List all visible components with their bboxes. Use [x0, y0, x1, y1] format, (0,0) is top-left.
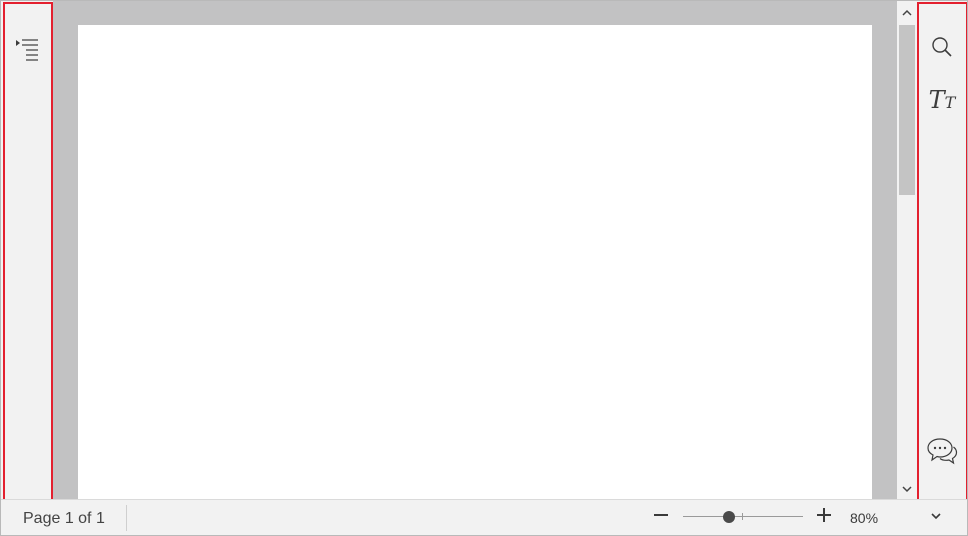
document-canvas[interactable] [53, 1, 898, 499]
status-divider [126, 505, 127, 531]
left-sidebar [3, 2, 53, 501]
document-page[interactable] [78, 25, 872, 499]
search-button[interactable] [927, 34, 957, 64]
page-indicator[interactable]: Page 1 of 1 [23, 510, 105, 528]
zoom-slider-center-tick [742, 513, 743, 520]
zoom-level[interactable]: 80% [850, 510, 878, 526]
zoom-in-button[interactable] [814, 507, 834, 527]
document-viewer-window: TT Page 1 of 1 80% [0, 0, 968, 536]
status-more-button[interactable] [926, 508, 946, 528]
text-size-glyph-small: T [944, 93, 956, 112]
chevron-down-icon[interactable] [897, 479, 917, 499]
comments-button[interactable] [927, 437, 958, 469]
right-sidebar: TT [917, 2, 967, 501]
zoom-slider-track [683, 516, 803, 517]
chevron-down-icon [930, 509, 942, 527]
zoom-slider-knob[interactable] [722, 511, 735, 523]
text-size-glyph-large: T [928, 86, 945, 114]
vertical-scrollbar[interactable] [897, 1, 917, 499]
comments-icon [926, 436, 958, 473]
zoom-out-button[interactable] [651, 507, 671, 527]
table-of-contents-icon[interactable] [14, 36, 40, 62]
search-icon [930, 35, 954, 64]
chevron-up-icon[interactable] [897, 3, 917, 23]
zoom-slider[interactable] [683, 510, 803, 524]
text-size-icon: TT [929, 88, 956, 112]
minus-icon [653, 507, 669, 528]
text-size-button[interactable]: TT [927, 85, 957, 115]
status-bar: Page 1 of 1 80% [1, 499, 967, 535]
plus-icon [816, 507, 832, 528]
scrollbar-thumb[interactable] [899, 25, 915, 195]
